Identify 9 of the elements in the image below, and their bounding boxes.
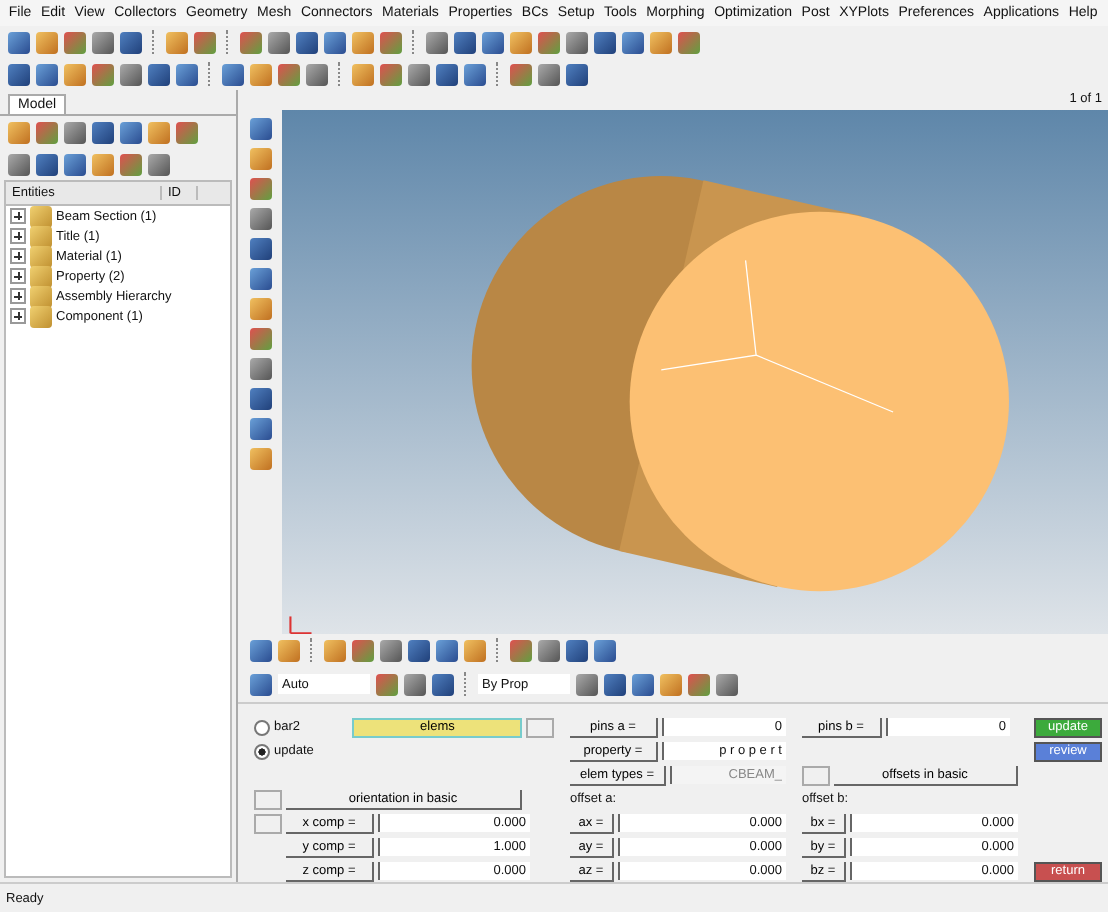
radio-button[interactable] [254, 743, 270, 759]
expand-icon[interactable] [10, 228, 26, 244]
expand-icon[interactable] [10, 308, 26, 324]
axis-triad-icon [289, 615, 312, 634]
expand-icon[interactable] [10, 248, 26, 264]
expand-icon[interactable] [10, 268, 26, 284]
radio-button[interactable] [254, 719, 270, 735]
expand-icon[interactable] [10, 208, 26, 224]
expand-icon[interactable] [10, 288, 26, 304]
